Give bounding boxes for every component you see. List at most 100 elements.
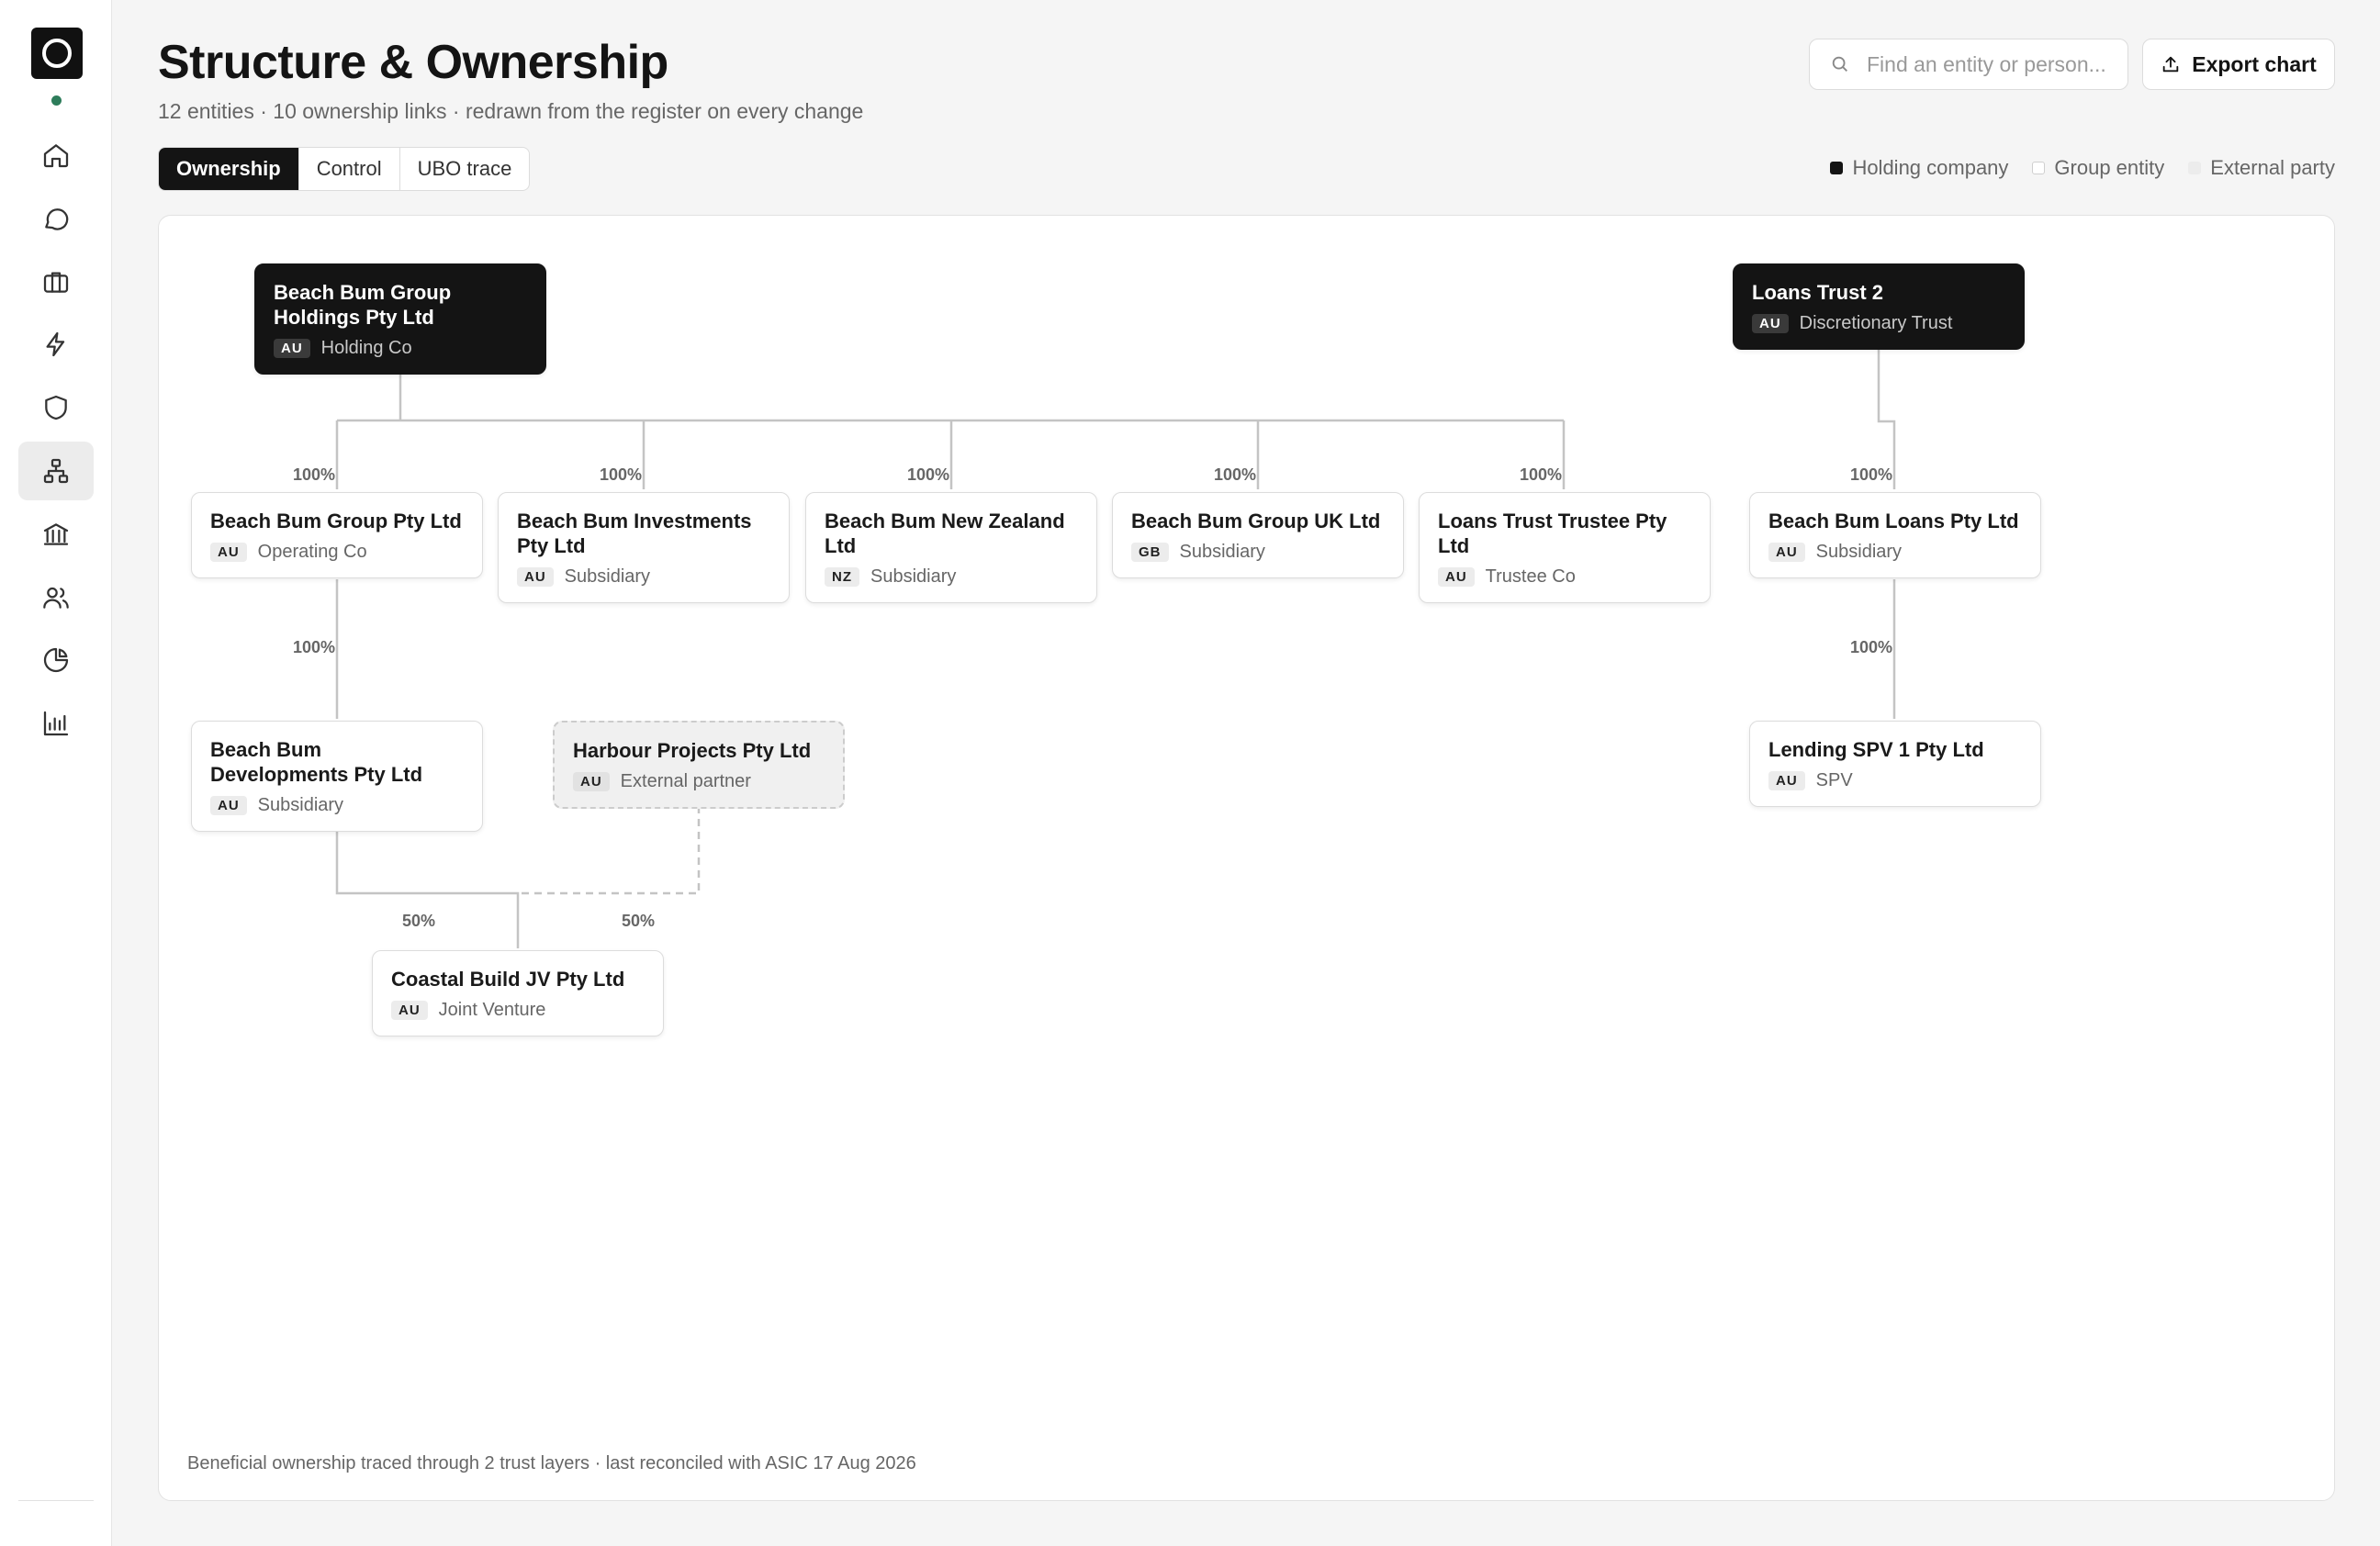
nav-item-messages[interactable] [18, 189, 94, 248]
app-logo[interactable] [31, 28, 83, 79]
entity-name: Beach Bum Developments Pty Ltd [210, 738, 423, 786]
main-nav [18, 126, 94, 757]
nav-item-people[interactable] [18, 568, 94, 627]
entity-name: Beach Bum New Zealand Ltd [825, 510, 1065, 557]
pct-bbgh-bbuk: 100% [1213, 465, 1257, 484]
tab-control[interactable]: Control [299, 148, 400, 190]
ownership-canvas[interactable]: 100% 100% 100% 100% 100% 100% 100% 100% … [158, 215, 2335, 1501]
lightning-icon [46, 332, 65, 357]
entity-name: Beach Bum Investments Pty Ltd [517, 510, 752, 557]
chat-bubble-icon [45, 207, 69, 230]
entity-role: Subsidiary [564, 566, 651, 587]
org-chart-icon [43, 458, 69, 484]
jurisdiction-badge: AU [391, 1001, 428, 1020]
entity-search[interactable] [1809, 39, 2128, 90]
entity-role: SPV [1815, 770, 1853, 790]
entity-role: Subsidiary [870, 566, 957, 587]
entity-meta: AU Subsidiary [1768, 542, 2022, 563]
nav-item-portfolio[interactable] [18, 252, 94, 311]
entity-card-harbour-projects[interactable]: Harbour Projects Pty Ltd AU External par… [553, 721, 845, 809]
pct-bbl-spv: 100% [1849, 638, 1893, 656]
entity-card-coastal-build[interactable]: Coastal Build JV Pty Ltd AU Joint Ventur… [372, 950, 664, 1036]
entity-name: Loans Trust 2 [1752, 281, 1884, 304]
entity-card-investments[interactable]: Beach Bum Investments Pty Ltd AU Subsidi… [498, 492, 790, 603]
export-chart-label: Export chart [2192, 51, 2317, 76]
search-icon [1832, 56, 1847, 72]
upload-icon [2163, 56, 2179, 73]
entity-role: Operating Co [257, 542, 367, 562]
jurisdiction-badge: AU [274, 339, 310, 358]
entity-card-new-zealand[interactable]: Beach Bum New Zealand Ltd NZ Subsidiary [805, 492, 1097, 603]
pie-chart-icon [43, 648, 69, 673]
entity-name: Coastal Build JV Pty Ltd [391, 968, 625, 991]
tab-ownership[interactable]: Ownership [159, 148, 299, 190]
entity-meta: AU Trustee Co [1438, 566, 1691, 588]
legend-swatch-holding [1830, 162, 1844, 174]
bar-chart-icon [43, 711, 69, 736]
export-chart-button[interactable]: Export chart [2142, 39, 2335, 90]
legend-label-holding: Holding company [1852, 156, 2009, 179]
entity-name: Beach Bum Group Pty Ltd [210, 510, 462, 532]
entity-meta: AU Subsidiary [210, 795, 464, 816]
entity-meta: AU Operating Co [210, 542, 464, 563]
nav-item-structure[interactable] [18, 441, 94, 500]
nav-item-allocation[interactable] [18, 631, 94, 689]
entity-meta: AU Discretionary Trust [1752, 313, 2005, 334]
ownership-connectors [335, 349, 1896, 948]
nav-item-compliance[interactable] [18, 378, 94, 437]
entity-meta: AU Joint Venture [391, 1000, 645, 1021]
entity-name: Loans Trust Trustee Pty Ltd [1438, 510, 1667, 557]
entity-role: Subsidiary [1179, 542, 1265, 562]
status-dot [51, 95, 62, 106]
users-icon [43, 587, 69, 609]
home-icon [43, 144, 69, 168]
entity-meta: AU Subsidiary [517, 566, 770, 588]
entity-role: Subsidiary [257, 795, 344, 815]
entity-name: Beach Bum Group UK Ltd [1131, 510, 1381, 532]
entity-role: Discretionary Trust [1799, 313, 1953, 333]
entity-card-uk[interactable]: Beach Bum Group UK Ltd GB Subsidiary [1112, 492, 1404, 578]
nav-item-home[interactable] [18, 126, 94, 185]
nav-item-reports[interactable] [18, 694, 94, 753]
bank-icon [43, 522, 69, 545]
entity-name: Beach Bum Group Holdings Pty Ltd [274, 281, 452, 329]
entity-role: External partner [620, 771, 751, 791]
entity-card-developments[interactable]: Beach Bum Developments Pty Ltd AU Subsid… [191, 721, 483, 832]
entity-card-loans[interactable]: Beach Bum Loans Pty Ltd AU Subsidiary [1749, 492, 2041, 578]
link-hp-cb [518, 806, 701, 895]
nav-item-banking[interactable] [18, 505, 94, 564]
entity-card-holdings[interactable]: Beach Bum Group Holdings Pty Ltd AU Hold… [254, 263, 546, 375]
entity-card-lending-spv[interactable]: Lending SPV 1 Pty Ltd AU SPV [1749, 721, 2041, 807]
canvas-footer-note: Beneficial ownership traced through 2 tr… [187, 1453, 916, 1473]
jurisdiction-badge: AU [210, 543, 247, 562]
pct-lt2-bbl: 100% [1849, 465, 1893, 484]
pct-hp-cb: 50% [621, 912, 656, 930]
entity-meta: NZ Subsidiary [825, 566, 1078, 588]
pct-bbg-bbd: 100% [292, 638, 336, 656]
entity-card-loans-trust-2[interactable]: Loans Trust 2 AU Discretionary Trust [1733, 263, 2025, 350]
entity-role: Subsidiary [1815, 542, 1903, 562]
nav-item-activity[interactable] [18, 315, 94, 374]
jurisdiction-badge: GB [1131, 543, 1169, 562]
entity-card-trustee[interactable]: Loans Trust Trustee Pty Ltd AU Trustee C… [1419, 492, 1711, 603]
entity-meta: AU SPV [1768, 770, 2022, 791]
legend-swatch-external [2188, 162, 2202, 174]
shield-icon [45, 396, 67, 420]
pct-bbgh-bbnz: 100% [906, 465, 950, 484]
jurisdiction-badge: AU [1768, 543, 1805, 562]
pct-bbgh-bbi: 100% [599, 465, 643, 484]
legend-swatch-group [2032, 162, 2046, 174]
entity-name: Harbour Projects Pty Ltd [573, 739, 812, 762]
page-subtitle: 12 entities · 10 ownership links · redra… [158, 99, 864, 123]
tab-ubo-trace[interactable]: UBO trace [400, 148, 530, 190]
pct-bbgh-ltt: 100% [1519, 465, 1563, 484]
jurisdiction-badge: AU [573, 772, 610, 791]
pct-bbd-cb: 50% [401, 912, 436, 930]
view-tabs: Ownership Control UBO trace [158, 147, 531, 191]
entity-role: Holding Co [320, 338, 412, 358]
jurisdiction-badge: AU [210, 796, 247, 815]
legend-group: Group entity [2032, 156, 2164, 180]
left-rail [0, 0, 112, 1546]
search-input[interactable] [1865, 50, 2126, 78]
entity-card-group[interactable]: Beach Bum Group Pty Ltd AU Operating Co [191, 492, 483, 578]
